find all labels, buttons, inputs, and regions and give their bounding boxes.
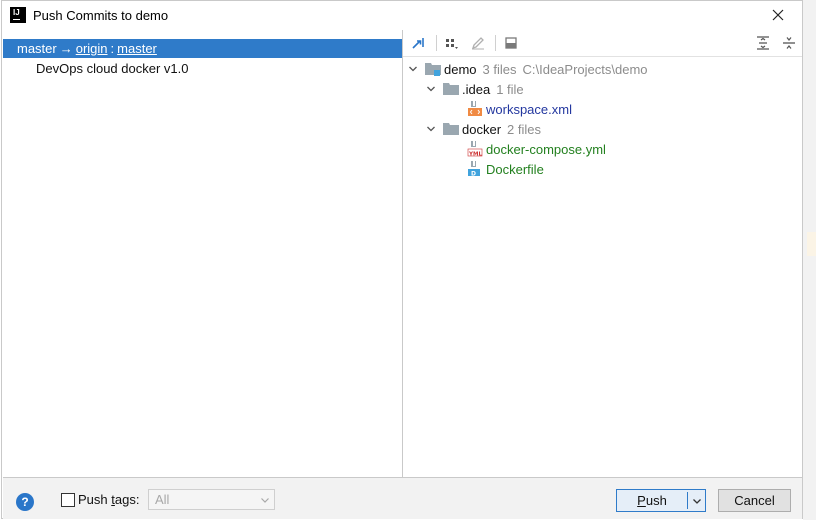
branch-row-selected[interactable]: master → origin : master xyxy=(3,39,402,58)
toolbar-border xyxy=(403,56,802,57)
file-name: docker-compose.yml xyxy=(486,141,606,157)
changes-toolbar xyxy=(403,30,802,55)
file-item[interactable]: YML docker-compose.yml xyxy=(467,139,606,159)
preview-diff-button[interactable] xyxy=(501,33,521,53)
tree-node-docker[interactable]: docker 2 files xyxy=(425,119,541,139)
module-folder-icon xyxy=(425,62,441,76)
chevron-down-icon[interactable] xyxy=(407,63,419,75)
close-icon xyxy=(772,9,784,21)
file-count: 2 files xyxy=(507,121,541,137)
dialog-footer: ? Push tags: All Push Cancel xyxy=(3,478,802,519)
push-arrow: → xyxy=(59,41,73,56)
remote-link[interactable]: origin xyxy=(76,41,108,56)
push-button-label[interactable]: Push xyxy=(617,490,687,511)
push-button[interactable]: Push xyxy=(616,489,706,512)
target-branch-link[interactable]: master xyxy=(117,41,157,56)
push-tags-checkbox[interactable] xyxy=(61,493,75,507)
title-bar: IJ Push Commits to demo xyxy=(2,1,802,30)
jump-to-source-button[interactable] xyxy=(409,33,429,53)
tree-node-demo[interactable]: demo 3 files C:\IdeaProjects\demo xyxy=(407,59,648,79)
chevron-down-icon[interactable] xyxy=(425,83,437,95)
chevron-down-icon xyxy=(692,498,701,504)
cancel-button[interactable]: Cancel xyxy=(718,489,791,512)
tags-select-value: All xyxy=(155,492,170,507)
collapse-all-icon xyxy=(783,37,795,49)
push-tags-label[interactable]: Push tags: xyxy=(78,492,139,507)
edit-source-button[interactable] xyxy=(468,33,488,53)
chevron-down-icon xyxy=(260,493,270,508)
file-item[interactable]: workspace.xml xyxy=(467,99,572,119)
toolbar-separator xyxy=(495,35,496,51)
group-by-button[interactable] xyxy=(443,33,463,53)
chevron-down-icon[interactable] xyxy=(425,123,437,135)
folder-icon xyxy=(443,82,459,96)
collapse-all-button[interactable] xyxy=(779,33,799,53)
module-path: C:\IdeaProjects\demo xyxy=(522,61,648,77)
push-tags-text-rest: ags: xyxy=(114,492,140,507)
tags-select: All xyxy=(148,489,275,510)
tree-node-idea[interactable]: .idea 1 file xyxy=(425,79,524,99)
commit-item[interactable]: DevOps cloud docker v1.0 xyxy=(36,60,188,78)
folder-icon xyxy=(443,122,459,136)
file-count: 3 files xyxy=(482,61,517,77)
file-name: Dockerfile xyxy=(486,161,544,177)
group-by-icon xyxy=(446,39,458,49)
push-mnemonic: P xyxy=(637,493,646,508)
jump-to-source-icon xyxy=(412,38,424,49)
expand-all-button[interactable] xyxy=(753,33,773,53)
svg-text:D: D xyxy=(471,170,476,177)
window-title: Push Commits to demo xyxy=(33,8,169,23)
push-label-rest: ush xyxy=(645,493,667,508)
remote-separator: : xyxy=(110,41,115,56)
tree-node-label: docker xyxy=(462,121,502,137)
background-window-strip xyxy=(803,0,816,520)
push-commits-dialog: IJ Push Commits to demo master → origin … xyxy=(1,0,803,519)
changes-pane: demo 3 files C:\IdeaProjects\demo .idea … xyxy=(403,30,802,477)
help-button[interactable]: ? xyxy=(16,493,34,511)
xml-file-icon xyxy=(467,101,483,117)
commits-pane: master → origin : master DevOps cloud do… xyxy=(3,30,402,477)
push-options-dropdown[interactable] xyxy=(688,490,705,511)
file-item[interactable]: D Dockerfile xyxy=(467,159,544,179)
yaml-file-icon: YML xyxy=(467,141,483,158)
help-icon: ? xyxy=(21,495,29,509)
svg-text:YML: YML xyxy=(468,152,482,158)
file-count: 1 file xyxy=(496,81,524,97)
expand-all-icon xyxy=(757,36,769,50)
close-button[interactable] xyxy=(764,4,792,26)
file-name: workspace.xml xyxy=(486,101,572,117)
edit-icon xyxy=(471,37,484,50)
toolbar-separator xyxy=(436,35,437,51)
dockerfile-icon: D xyxy=(467,161,483,177)
background-highlight xyxy=(807,232,816,256)
local-branch: master xyxy=(17,41,57,56)
tree-node-label: .idea xyxy=(462,81,491,97)
preview-icon xyxy=(505,37,517,49)
intellij-app-icon: IJ xyxy=(10,7,26,23)
tree-node-label: demo xyxy=(444,61,477,77)
push-tags-text: Push xyxy=(78,492,112,507)
